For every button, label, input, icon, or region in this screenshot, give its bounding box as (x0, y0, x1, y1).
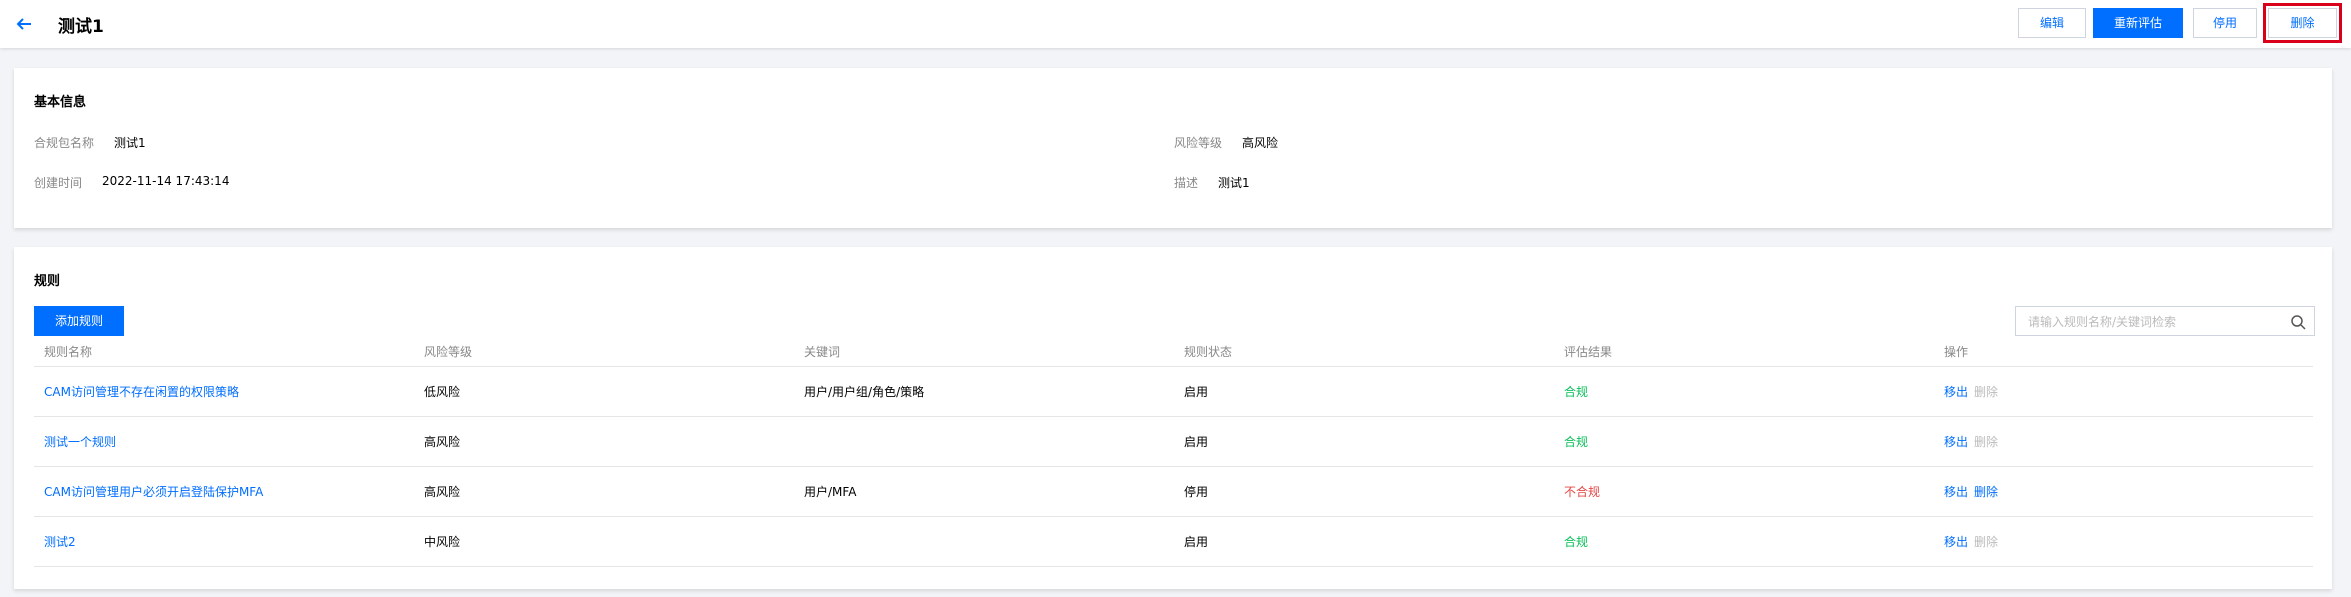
rule-keywords (794, 416, 1174, 467)
column-header-rule-name: 规则名称 (34, 336, 414, 367)
description-value: 测试1 (1218, 176, 1250, 190)
column-header-keywords: 关键词 (794, 336, 1174, 367)
basic-info-card: 基本信息 合规包名称 测试1 风险等级 高风险 创建时间 2022-11-14 … (14, 68, 2332, 228)
page-title: 测试1 (58, 17, 104, 37)
package-name-value: 测试1 (114, 136, 146, 150)
delete-button[interactable]: 删除 (2263, 3, 2342, 43)
table-row: 测试2 中风险 启用 合规 移出 删除 (34, 516, 2313, 567)
rule-status: 停用 (1174, 466, 1554, 517)
rule-name-link[interactable]: CAM访问管理用户必须开启登陆保护MFA (44, 485, 263, 499)
move-out-link[interactable]: 移出 (1944, 435, 1968, 449)
table-row: 测试一个规则 高风险 启用 合规 移出 删除 (34, 416, 2313, 467)
back-arrow-icon[interactable] (14, 14, 34, 34)
created-time-value: 2022-11-14 17:43:14 (102, 174, 230, 188)
delete-link-disabled: 删除 (1974, 385, 1999, 399)
rule-search-box (2015, 306, 2315, 336)
column-header-risk-level: 风险等级 (414, 336, 794, 367)
disable-button[interactable]: 停用 (2193, 8, 2257, 38)
rule-status: 启用 (1174, 416, 1554, 467)
edit-button[interactable]: 编辑 (2018, 8, 2086, 38)
rule-keywords: 用户/用户组/角色/策略 (794, 366, 1174, 417)
delete-link-disabled: 删除 (1974, 535, 1999, 549)
basic-info-title: 基本信息 (34, 95, 87, 110)
rule-name-link[interactable]: CAM访问管理不存在闲置的权限策略 (44, 385, 239, 399)
table-header-row: 规则名称 风险等级 关键词 规则状态 评估结果 操作 (34, 336, 2313, 367)
search-icon[interactable] (2290, 314, 2306, 330)
rule-status: 启用 (1174, 366, 1554, 417)
rules-table: 规则名称 风险等级 关键词 规则状态 评估结果 操作 CAM访问管理不存在闲置的… (34, 336, 2313, 567)
risk-level-value: 高风险 (1242, 136, 1279, 150)
package-name-label: 合规包名称 (34, 136, 95, 150)
rule-result: 合规 (1564, 535, 1589, 549)
move-out-link[interactable]: 移出 (1944, 535, 1968, 549)
rule-result: 不合规 (1564, 485, 1601, 499)
add-rule-button[interactable]: 添加规则 (34, 306, 124, 336)
rule-risk: 高风险 (414, 466, 794, 517)
rule-risk: 高风险 (414, 416, 794, 467)
rule-name-link[interactable]: 测试2 (44, 535, 76, 549)
rule-keywords: 用户/MFA (794, 466, 1174, 517)
column-header-actions: 操作 (1934, 336, 2313, 367)
description-label: 描述 (1174, 176, 1199, 190)
rule-result: 合规 (1564, 435, 1589, 449)
rules-title: 规则 (34, 274, 61, 289)
rule-risk: 低风险 (414, 366, 794, 417)
column-header-status: 规则状态 (1174, 336, 1554, 367)
move-out-link[interactable]: 移出 (1944, 385, 1968, 399)
move-out-link[interactable]: 移出 (1944, 485, 1968, 499)
delete-link-disabled: 删除 (1974, 435, 1999, 449)
delete-rule-link[interactable]: 删除 (1974, 485, 1998, 499)
rule-status: 启用 (1174, 516, 1554, 567)
rule-result: 合规 (1564, 385, 1589, 399)
risk-level-label: 风险等级 (1174, 136, 1223, 150)
table-row: CAM访问管理用户必须开启登陆保护MFA 高风险 用户/MFA 停用 不合规 移… (34, 466, 2313, 517)
reevaluate-button[interactable]: 重新评估 (2093, 8, 2183, 38)
rules-card: 规则 添加规则 规则名称 风险等级 关键词 规则状态 评估结果 操作 CAM访问… (14, 247, 2332, 589)
rule-keywords (794, 516, 1174, 567)
rule-risk: 中风险 (414, 516, 794, 567)
rule-search-input[interactable] (2026, 313, 2280, 331)
created-time-label: 创建时间 (34, 176, 83, 190)
table-row: CAM访问管理不存在闲置的权限策略 低风险 用户/用户组/角色/策略 启用 合规… (34, 366, 2313, 417)
top-bar: 测试1 编辑 重新评估 停用 删除 (0, 0, 2351, 48)
column-header-result: 评估结果 (1554, 336, 1934, 367)
rule-name-link[interactable]: 测试一个规则 (44, 435, 116, 449)
